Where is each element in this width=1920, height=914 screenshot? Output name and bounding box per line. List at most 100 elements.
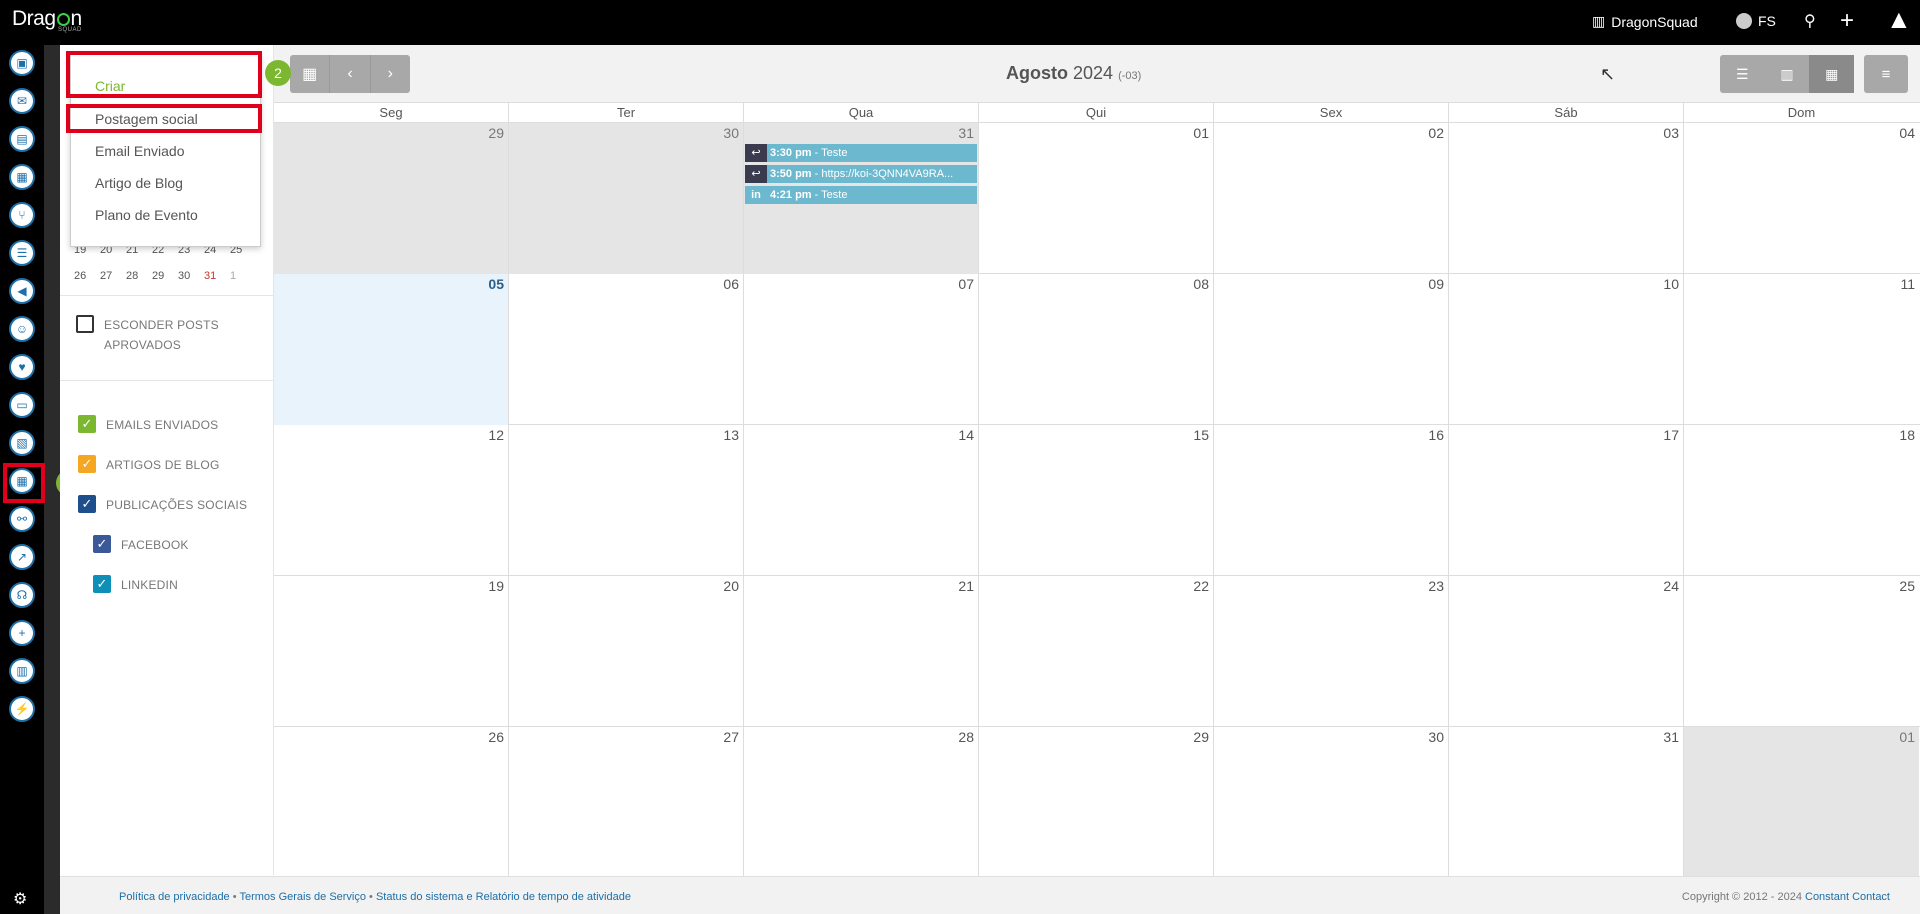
day-cell[interactable]: 12 [274,425,509,576]
day-cell[interactable]: 07 [744,274,979,425]
menu-item-event[interactable]: Plano de Evento [95,207,198,223]
day-cell[interactable]: 31 ↩ 3:30 pm - Teste ↩ 3:50 pm - https://k… [744,123,979,274]
search-icon[interactable]: ⚲ [1804,11,1816,31]
checkbox-unchecked[interactable] [76,315,94,333]
day-number: 01 [1193,125,1209,141]
week-view-button[interactable]: ▥ [1765,55,1810,93]
add-user-icon[interactable]: + [9,620,35,646]
rocket-icon[interactable]: ▲ [1886,4,1912,35]
checkbox-checked[interactable]: ✓ [78,455,96,473]
day-cell[interactable]: 14 [744,425,979,576]
mini-day[interactable]: 1 [230,270,256,282]
plug-icon[interactable]: ⚡ [9,696,35,722]
calendar-event[interactable]: ↩ 3:50 pm - https://koi-3QNN4VA9RA... [745,165,977,183]
checkbox-checked[interactable]: ✓ [93,535,111,553]
menu-item-email[interactable]: Email Enviado [95,143,185,159]
plus-icon[interactable]: + [1840,7,1854,35]
filter-facebook[interactable]: ✓ FACEBOOK [93,535,189,555]
day-cell[interactable]: 02 [1214,123,1449,274]
hide-approved-toggle[interactable]: ESCONDER POSTS APROVADOS [76,315,266,355]
day-cell[interactable]: 01 [979,123,1214,274]
user-menu[interactable]: FS [1736,13,1776,29]
mini-day[interactable]: 28 [126,270,152,282]
day-number: 14 [958,427,974,443]
day-cell[interactable]: 28 [744,727,979,876]
tv-icon[interactable]: ▭ [9,392,35,418]
list-view-button[interactable]: ≡ [1864,55,1908,93]
support-icon[interactable]: ☊ [9,582,35,608]
day-number: 29 [1193,729,1209,745]
day-cell[interactable]: 20 [509,576,744,727]
week-row: 05 06 07 08 09 10 11 [274,274,1920,425]
day-cell[interactable]: 29 [274,123,509,274]
map-icon[interactable]: ▦ [9,164,35,190]
checkbox-checked[interactable]: ✓ [78,415,96,433]
day-cell[interactable]: 25 [1684,576,1919,727]
menu-item-blog[interactable]: Artigo de Blog [95,175,183,191]
month-view-button[interactable]: ▦ [1809,55,1855,93]
day-cell[interactable]: 10 [1449,274,1684,425]
media-icon[interactable]: ▧ [9,430,35,456]
inbox-icon[interactable]: ✉ [9,88,35,114]
checkbox-checked[interactable]: ✓ [78,495,96,513]
day-cell[interactable]: 09 [1214,274,1449,425]
footer: Política de privacidade • Termos Gerais … [60,876,1920,914]
day-cell[interactable]: 24 [1449,576,1684,727]
day-number: 12 [488,427,504,443]
day-cell[interactable]: 21 [744,576,979,727]
mini-day[interactable]: 30 [178,270,204,282]
day-cell[interactable]: 30 [1214,727,1449,876]
day-cell[interactable]: 06 [509,274,744,425]
day-cell[interactable]: 19 [274,576,509,727]
chat-bot-icon[interactable]: ☺ [9,316,35,342]
day-cell-today[interactable]: 05 [274,274,509,425]
day-cell[interactable]: 27 [509,727,744,876]
day-cell[interactable]: 31 [1449,727,1684,876]
day-cell[interactable]: 03 [1449,123,1684,274]
calendar-event[interactable]: in 4:21 pm - Teste [745,186,977,204]
workflow-icon[interactable]: ⑂ [9,202,35,228]
gear-icon[interactable]: ⚙ [13,889,27,909]
filter-linkedin[interactable]: ✓ LINKEDIN [93,575,178,595]
mini-day[interactable]: 31 [204,270,230,282]
day-cell[interactable]: 13 [509,425,744,576]
filter-emails[interactable]: ✓ EMAILS ENVIADOS [78,415,218,435]
mini-day[interactable]: 26 [74,270,100,282]
growth-icon[interactable]: ↗ [9,544,35,570]
handshake-icon[interactable]: ⚯ [9,506,35,532]
privacy-link[interactable]: Política de privacidade [119,891,230,903]
brand-link[interactable]: Constant Contact [1805,891,1890,903]
filter-blog[interactable]: ✓ ARTIGOS DE BLOG [78,455,219,475]
day-cell[interactable]: 15 [979,425,1214,576]
day-cell[interactable]: 08 [979,274,1214,425]
day-cell[interactable]: 30 [509,123,744,274]
day-cell[interactable]: 23 [1214,576,1449,727]
filter-social[interactable]: ✓ PUBLICAÇÕES SOCIAIS [78,495,247,515]
next-button[interactable]: › [371,55,410,93]
status-link[interactable]: Status do sistema e Relatório de tempo d… [376,891,631,903]
day-cell[interactable]: 17 [1449,425,1684,576]
day-cell[interactable]: 11 [1684,274,1919,425]
day-cell[interactable]: 16 [1214,425,1449,576]
report-icon[interactable]: ▥ [9,658,35,684]
terms-link[interactable]: Termos Gerais de Serviço [239,891,366,903]
prev-button[interactable]: ‹ [330,55,371,93]
clipboard-icon[interactable]: ▤ [9,126,35,152]
megaphone-icon[interactable]: ◀ [9,278,35,304]
list-icon[interactable]: ☰ [9,240,35,266]
day-cell[interactable]: 01 [1684,727,1919,876]
day-view-button[interactable]: ☰ [1720,55,1765,93]
contacts-icon[interactable]: ▣ [9,50,35,76]
mini-day[interactable]: 27 [100,270,126,282]
day-cell[interactable]: 18 [1684,425,1919,576]
like-icon[interactable]: ♥ [9,354,35,380]
day-cell[interactable]: 22 [979,576,1214,727]
today-button[interactable]: ▦ [290,55,331,93]
mini-day[interactable]: 29 [152,270,178,282]
day-cell[interactable]: 29 [979,727,1214,876]
day-cell[interactable]: 26 [274,727,509,876]
checkbox-checked[interactable]: ✓ [93,575,111,593]
calendar-event[interactable]: ↩ 3:30 pm - Teste [745,144,977,162]
company-switcher[interactable]: ▥ DragonSquad [1592,13,1698,30]
day-cell[interactable]: 04 [1684,123,1919,274]
